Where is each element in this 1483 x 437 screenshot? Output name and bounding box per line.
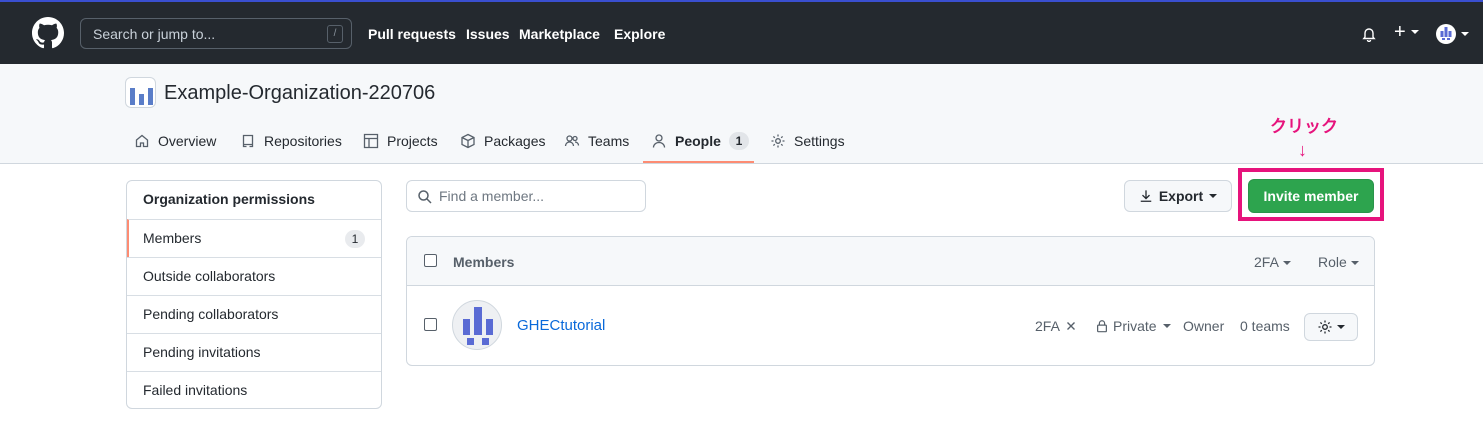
nav-marketplace[interactable]: Marketplace — [519, 26, 600, 42]
sidebar-item-label: Members — [143, 230, 202, 246]
member-settings-button[interactable] — [1304, 313, 1358, 341]
search-shortcut-key: / — [327, 25, 343, 43]
sidebar-item-pending-invitations[interactable]: Pending invitations — [127, 333, 381, 371]
find-member-input[interactable]: Find a member... — [406, 180, 646, 212]
nav-explore[interactable]: Explore — [614, 26, 665, 42]
export-label: Export — [1158, 188, 1204, 204]
filter-2fa-label: 2FA — [1254, 254, 1279, 270]
member-2fa-status: 2FA — [1035, 318, 1078, 334]
nav-pull-requests[interactable]: Pull requests — [368, 26, 456, 42]
tab-settings[interactable]: Settings — [770, 131, 845, 151]
chevron-down-icon — [1337, 325, 1345, 329]
members-table-header: Members 2FA Role — [407, 237, 1374, 286]
sidebar-item-organization-permissions[interactable]: Organization permissions — [127, 181, 381, 219]
people-sidebar: Organization permissions Members 1 Outsi… — [126, 180, 382, 409]
people-icon — [564, 135, 580, 147]
home-icon — [135, 134, 149, 148]
person-icon — [652, 134, 666, 148]
chevron-down-icon — [1162, 324, 1171, 328]
tab-packages[interactable]: Packages — [460, 131, 545, 151]
org-avatar — [125, 77, 156, 108]
chevron-down-icon — [1410, 30, 1419, 34]
sidebar-item-outside-collaborators[interactable]: Outside collaborators — [127, 257, 381, 295]
tab-label: Overview — [158, 133, 217, 149]
select-all-checkbox[interactable] — [424, 254, 437, 267]
tab-label: Teams — [588, 133, 630, 149]
filter-role-label: Role — [1318, 254, 1347, 270]
tab-label: Projects — [387, 133, 438, 149]
sidebar-item-label: Pending invitations — [143, 344, 261, 360]
tab-label: Packages — [484, 133, 546, 149]
chevron-down-icon — [1350, 261, 1359, 266]
member-row-checkbox[interactable] — [424, 318, 437, 331]
tab-projects[interactable]: Projects — [363, 131, 438, 151]
avatar[interactable] — [452, 300, 502, 350]
global-search-input[interactable]: Search or jump to... / — [80, 18, 352, 49]
members-table: Members 2FA Role GHECtutorial 2FA Privat… — [406, 236, 1375, 366]
plus-icon: + — [1394, 21, 1406, 43]
people-count-badge: 1 — [728, 132, 749, 150]
tab-repositories[interactable]: Repositories — [240, 131, 342, 151]
nav-issues[interactable]: Issues — [466, 26, 510, 42]
annotation-click-label: クリック — [1270, 117, 1338, 136]
table-icon — [363, 133, 379, 149]
tab-people[interactable]: People 1 — [651, 131, 749, 151]
sidebar-item-label: Outside collaborators — [143, 268, 276, 284]
github-logo-icon[interactable] — [32, 17, 64, 49]
create-new-menu[interactable]: + — [1394, 21, 1419, 43]
members-header-label: Members — [453, 254, 515, 270]
invite-member-label: Invite member — [1263, 188, 1359, 204]
org-name[interactable]: Example-Organization-220706 — [164, 82, 435, 105]
invite-member-button[interactable]: Invite member — [1248, 179, 1374, 213]
export-button[interactable]: Export — [1124, 180, 1232, 212]
avatar — [1436, 24, 1456, 44]
tab-overview[interactable]: Overview — [134, 131, 216, 151]
user-menu[interactable] — [1436, 24, 1469, 44]
filter-2fa-dropdown[interactable]: 2FA — [1254, 254, 1291, 270]
search-placeholder: Search or jump to... — [93, 26, 216, 42]
package-icon — [461, 133, 475, 149]
sidebar-item-failed-invitations[interactable]: Failed invitations — [127, 371, 381, 408]
member-visibility-label: Private — [1113, 318, 1157, 334]
member-visibility-dropdown[interactable]: Private — [1095, 318, 1171, 334]
chevron-down-icon — [1461, 32, 1469, 36]
annotation-arrow: ↓ — [1298, 140, 1307, 160]
global-header: Search or jump to... / Pull requests Iss… — [0, 0, 1483, 64]
member-teams-count: 0 teams — [1240, 318, 1290, 334]
sidebar-item-label: Organization permissions — [143, 191, 315, 207]
x-icon — [1066, 322, 1075, 330]
selected-tab-indicator — [643, 161, 754, 163]
search-icon — [418, 190, 432, 204]
find-member-placeholder: Find a member... — [439, 188, 545, 204]
gear-icon — [1318, 320, 1332, 334]
download-icon — [1140, 190, 1152, 202]
sidebar-item-label: Failed invitations — [143, 382, 248, 398]
lock-icon — [1097, 320, 1107, 333]
members-count-badge: 1 — [345, 230, 365, 248]
member-role: Owner — [1183, 318, 1224, 334]
member-role-label: Owner — [1183, 318, 1225, 334]
tab-label: Settings — [794, 133, 845, 149]
tab-label: Repositories — [264, 133, 342, 149]
chevron-down-icon — [1282, 261, 1291, 266]
member-2fa-label: 2FA — [1035, 318, 1060, 334]
member-username-link[interactable]: GHECtutorial — [517, 317, 605, 334]
repo-icon — [242, 134, 254, 148]
member-teams-label: 0 teams — [1240, 318, 1290, 334]
bell-icon[interactable] — [1361, 26, 1377, 42]
gear-icon — [771, 134, 785, 148]
sidebar-item-label: Pending collaborators — [143, 306, 279, 322]
sidebar-item-members[interactable]: Members 1 — [127, 219, 381, 257]
tab-teams[interactable]: Teams — [564, 131, 629, 151]
tab-label: People — [675, 133, 721, 149]
sidebar-item-pending-collaborators[interactable]: Pending collaborators — [127, 295, 381, 333]
chevron-down-icon — [1209, 194, 1218, 198]
filter-role-dropdown[interactable]: Role — [1318, 254, 1359, 270]
